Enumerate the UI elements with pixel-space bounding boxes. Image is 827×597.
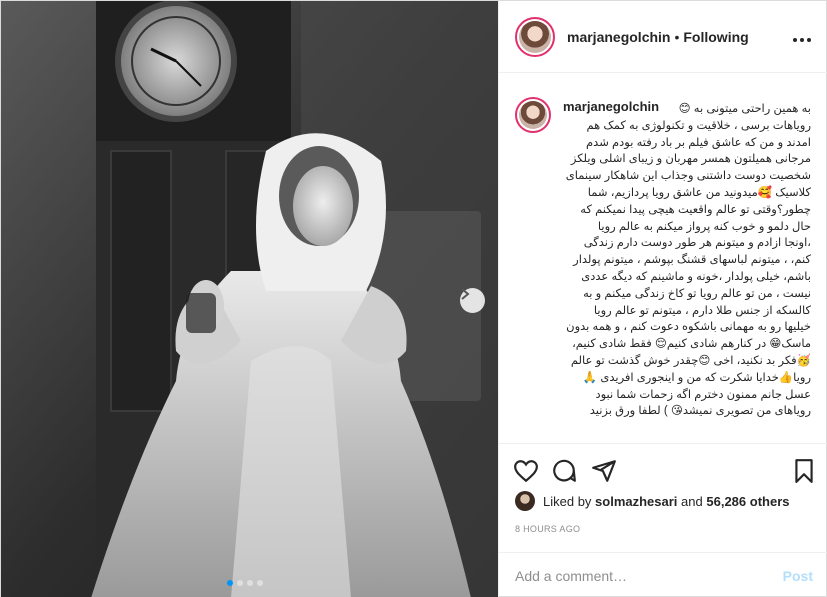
- comment-input[interactable]: [515, 567, 783, 584]
- post-timestamp[interactable]: 8 HOURS AGO: [515, 524, 580, 534]
- more-horizontal-icon: [793, 38, 811, 42]
- likes-summary: Liked by solmazhesari and 56,286 others: [515, 491, 789, 511]
- liker-avatar[interactable]: [515, 491, 535, 511]
- more-options-button[interactable]: [792, 27, 812, 48]
- post-photo[interactable]: [1, 1, 498, 597]
- follow-status-button[interactable]: Following: [683, 29, 748, 45]
- carousel-dot: [237, 580, 243, 586]
- post-side-panel: marjanegolchin • Following marjanegolchi…: [498, 1, 827, 597]
- comment-icon: [553, 459, 576, 482]
- comment-bar: Post: [499, 552, 827, 597]
- caption-text: به همین راحتی میتونی به 😊 رویاهات برسی ،…: [565, 103, 811, 418]
- instagram-post-modal: marjanegolchin • Following marjanegolchi…: [0, 0, 827, 597]
- share-button[interactable]: [591, 458, 617, 484]
- username-link[interactable]: marjanegolchin: [567, 29, 670, 45]
- like-button[interactable]: [513, 458, 539, 484]
- carousel-indicator: [227, 580, 263, 586]
- carousel-dot: [247, 580, 253, 586]
- likes-prefix: Liked by: [543, 493, 592, 509]
- likes-connector: and: [681, 493, 703, 509]
- post-header: marjanegolchin • Following: [499, 1, 827, 73]
- next-image-button[interactable]: [460, 288, 485, 313]
- save-button[interactable]: [791, 458, 817, 484]
- heart-icon: [514, 460, 538, 483]
- carousel-dot: [257, 580, 263, 586]
- likes-count-link[interactable]: 56,286 others: [706, 494, 789, 509]
- caption-section: marjanegolchin به همین راحتی میتونی به 😊…: [499, 87, 827, 443]
- vintage-portrait-image: [1, 1, 498, 597]
- carousel-dot: [227, 580, 233, 586]
- caption-avatar[interactable]: [515, 97, 551, 133]
- separator-dot: •: [674, 28, 680, 45]
- share-icon: [592, 460, 616, 482]
- post-comment-button[interactable]: Post: [783, 568, 813, 584]
- liker-username-link[interactable]: solmazhesari: [595, 494, 677, 509]
- bookmark-icon: [795, 459, 813, 483]
- avatar[interactable]: [515, 16, 555, 57]
- chevron-right-icon: [461, 288, 470, 300]
- comment-button[interactable]: [551, 458, 577, 484]
